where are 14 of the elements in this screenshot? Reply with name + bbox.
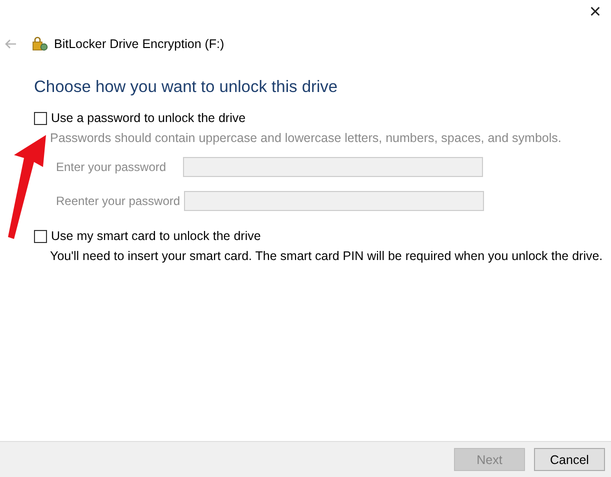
field-label: Reenter your password <box>56 194 182 208</box>
option-description: Passwords should contain uppercase and lowercase letters, numbers, spaces, and symbols. <box>50 131 562 145</box>
option-description: You'll need to insert your smart card. The smart card PIN will be required when you unlock the drive. <box>50 249 604 263</box>
page-heading: Choose how you want to unlock this drive <box>34 78 339 97</box>
checkbox[interactable] <box>34 112 47 124</box>
dialog-button[interactable]: Cancel <box>534 448 605 471</box>
field-label: Enter your password <box>56 160 168 174</box>
checkbox[interactable] <box>34 230 47 242</box>
close-button[interactable]: × <box>583 0 607 24</box>
checkbox-label[interactable]: Use a password to unlock the drive <box>51 111 246 125</box>
lock-drive-icon <box>32 36 48 52</box>
window-title: BitLocker Drive Encryption (F:) <box>54 37 224 51</box>
back-arrow-icon[interactable] <box>5 39 17 49</box>
checkbox-label[interactable]: Use my smart card to unlock the drive <box>51 229 261 243</box>
